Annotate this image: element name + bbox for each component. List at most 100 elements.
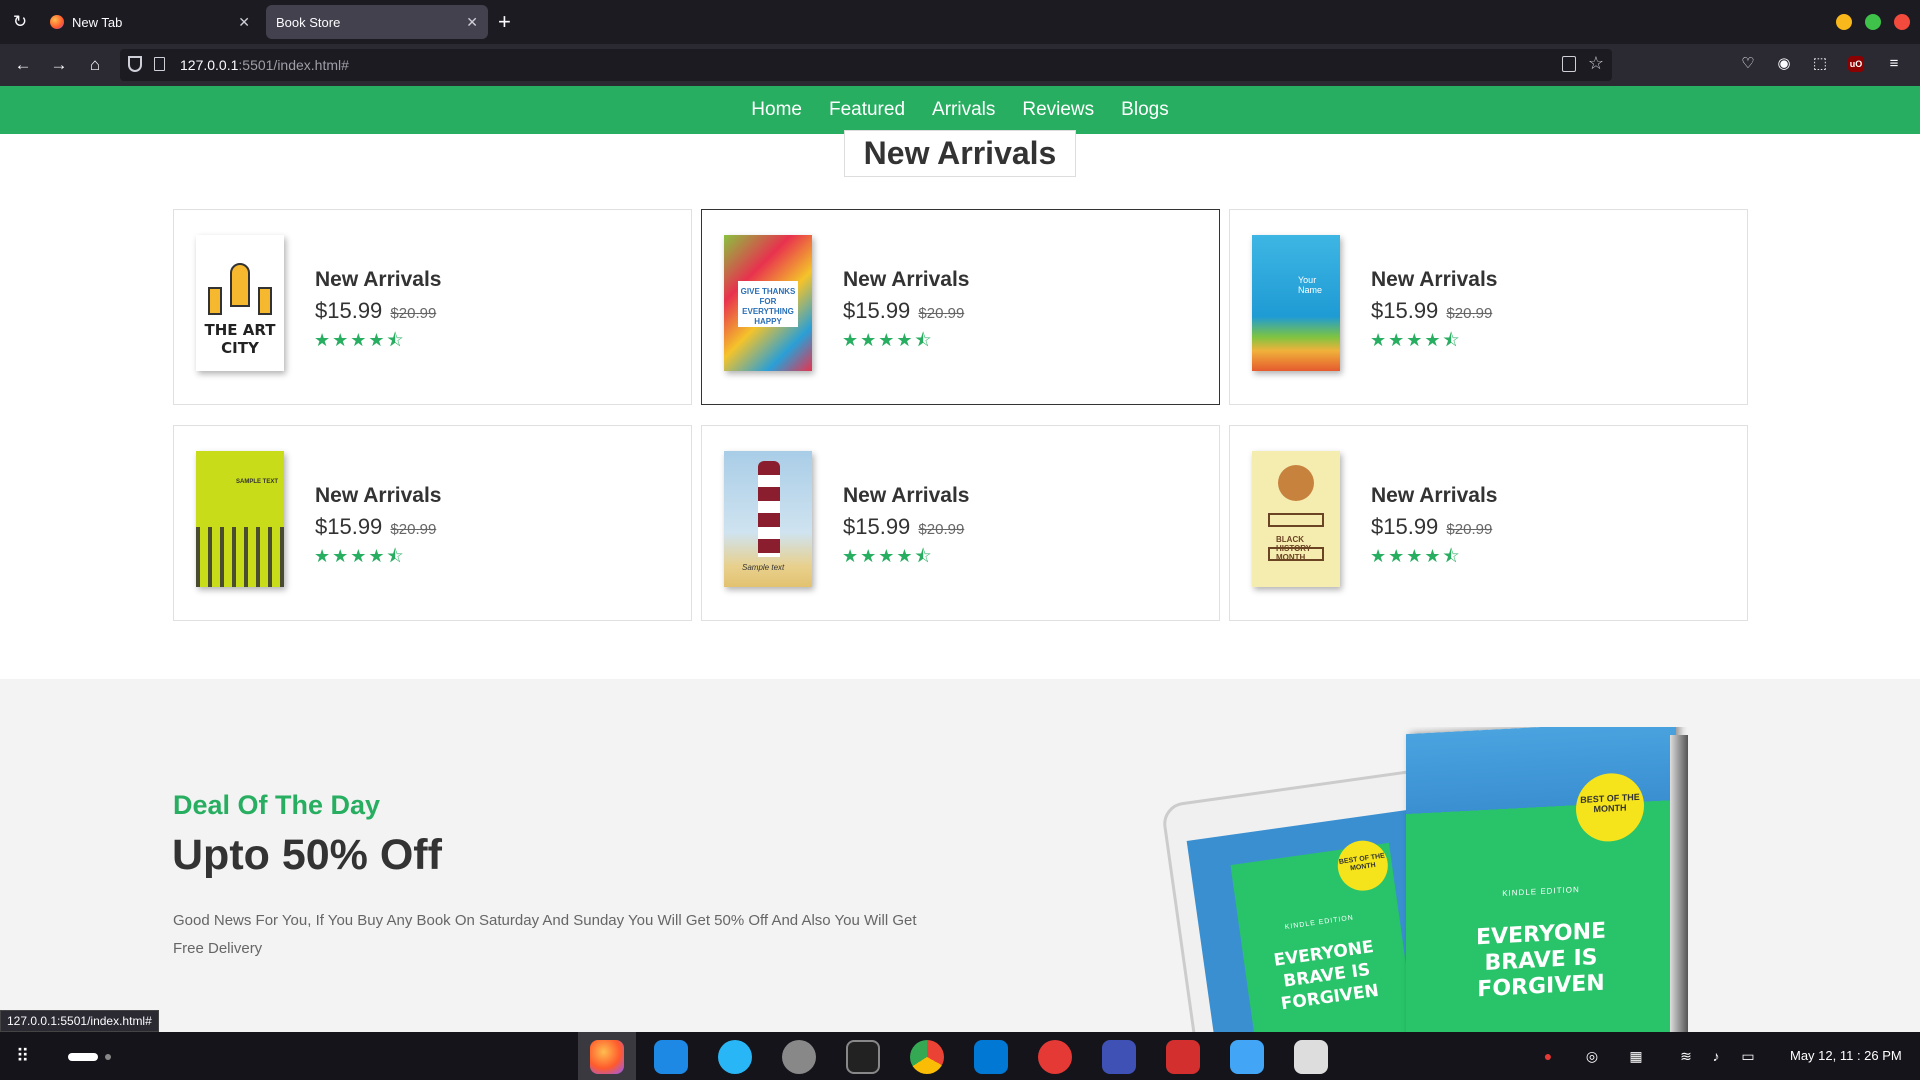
book-card[interactable]: Your Name New Arrivals $15.99 $20.99 ★★★…	[1229, 209, 1748, 405]
rating-stars: ★★★★⯪	[314, 546, 406, 566]
apps-grid-icon[interactable]: ⠿	[16, 1046, 36, 1066]
book-cover[interactable]: SAMPLE TEXT	[196, 451, 284, 587]
book-card[interactable]: THE ART CITY New Arrivals $15.99 $20.99 …	[173, 209, 692, 405]
extensions-icon[interactable]: ⬚	[1810, 54, 1830, 74]
book-card[interactable]: BLACK HISTORY MONTH New Arrivals $15.99 …	[1229, 425, 1748, 621]
section-heading: New Arrivals	[844, 130, 1076, 177]
app-c-icon[interactable]	[718, 1040, 752, 1074]
nav-reviews[interactable]: Reviews	[1022, 99, 1094, 121]
volume-icon[interactable]: ♪	[1706, 1046, 1726, 1066]
tab-new-tab[interactable]: New Tab ✕	[40, 5, 260, 39]
book-cover[interactable]: BLACK HISTORY MONTH	[1252, 451, 1340, 587]
media-player-icon[interactable]	[1038, 1040, 1072, 1074]
close-tab-icon[interactable]: ✕	[466, 14, 478, 31]
compass-icon[interactable]: ◎	[1582, 1046, 1602, 1066]
book-card[interactable]: SAMPLE TEXT New Arrivals $15.99 $20.99 ★…	[173, 425, 692, 621]
book-price: $15.99 $20.99	[843, 514, 965, 539]
workspace-indicator[interactable]	[68, 1053, 98, 1061]
account-icon[interactable]: ◉	[1774, 54, 1794, 74]
reader-view-icon[interactable]	[1562, 56, 1576, 72]
book-cover[interactable]: GIVE THANKS FOR EVERYTHING HAPPY	[724, 235, 812, 371]
cover-title: SAMPLE TEXT	[236, 479, 279, 485]
rating-stars: ★★★★⯪	[1370, 546, 1462, 566]
book-card[interactable]: Sample text New Arrivals $15.99 $20.99 ★…	[701, 425, 1220, 621]
lighthouse-icon	[758, 461, 780, 557]
rating-stars: ★★★★⯪	[314, 330, 406, 350]
back-icon[interactable]: ←	[12, 54, 34, 76]
rating-stars: ★★★★⯪	[842, 330, 934, 350]
home-icon[interactable]: ⌂	[84, 54, 106, 76]
workspace-dot[interactable]	[105, 1054, 111, 1060]
book-price: $15.99 $20.99	[1371, 514, 1493, 539]
pocket-icon[interactable]: ♡	[1738, 54, 1758, 74]
minimize-button[interactable]	[1836, 14, 1852, 30]
book-cover[interactable]: Your Name	[1252, 235, 1340, 371]
nav-home[interactable]: Home	[751, 99, 802, 121]
nav-blogs[interactable]: Blogs	[1121, 99, 1169, 121]
chrome-icon[interactable]	[910, 1040, 944, 1074]
layout-icon[interactable]: ▦	[1626, 1046, 1646, 1066]
cover-title: GIVE THANKS FOR EVERYTHING HAPPY	[738, 281, 798, 327]
old-price: $20.99	[1446, 305, 1493, 322]
book-price: $15.99 $20.99	[843, 298, 965, 323]
url-text[interactable]: 127.0.0.1:5501/index.html#	[180, 57, 349, 73]
browser-tab-bar: ↻ New Tab ✕ Book Store ✕ +	[0, 0, 1920, 44]
book-title: EVERYONE BRAVE IS FORGIVEN	[1475, 918, 1607, 1003]
url-bar[interactable]: 127.0.0.1:5501/index.html# ☆	[120, 49, 1612, 81]
ublock-icon[interactable]: uO	[1848, 56, 1864, 72]
files-icon[interactable]	[654, 1040, 688, 1074]
deal-title: Upto 50% Off	[172, 831, 442, 879]
bookmark-star-icon[interactable]: ☆	[1588, 53, 1604, 74]
tab-label: Book Store	[276, 14, 341, 30]
pencil-icon	[208, 287, 222, 315]
maximize-button[interactable]	[1865, 14, 1881, 30]
forward-icon[interactable]: →	[48, 54, 70, 76]
firefox-icon	[50, 15, 64, 29]
pen-icon	[230, 263, 250, 307]
nav-arrivals[interactable]: Arrivals	[932, 99, 995, 121]
cover-title: Sample text	[742, 563, 785, 572]
status-link: 127.0.0.1:5501/index.html#	[0, 1010, 159, 1032]
settings-icon[interactable]	[782, 1040, 816, 1074]
book-name: New Arrivals	[843, 484, 970, 507]
pdf-reader-icon[interactable]	[1166, 1040, 1200, 1074]
record-icon[interactable]: ●	[1538, 1046, 1558, 1066]
page-icon	[154, 57, 165, 71]
close-window-button[interactable]	[1894, 14, 1910, 30]
tab-book-store[interactable]: Book Store ✕	[266, 5, 488, 39]
old-price: $20.99	[1446, 521, 1493, 538]
book-cover[interactable]: Sample text	[724, 451, 812, 587]
nav-featured[interactable]: Featured	[829, 99, 905, 121]
close-tab-icon[interactable]: ✕	[238, 14, 250, 31]
book-name: New Arrivals	[843, 268, 970, 291]
menu-icon[interactable]: ≡	[1884, 54, 1904, 74]
terminal-icon[interactable]	[846, 1040, 880, 1074]
book-card[interactable]: GIVE THANKS FOR EVERYTHING HAPPY New Arr…	[701, 209, 1220, 405]
taskbar: ⠿ ● ◎ ▦ ≋ ♪ ▭ May 12, 11 : 26 PM	[0, 1032, 1920, 1080]
clock[interactable]: May 12, 11 : 26 PM	[1790, 1048, 1902, 1063]
cover-pattern	[196, 527, 284, 587]
old-price: $20.99	[918, 521, 965, 538]
reload-icon[interactable]: ↻	[10, 12, 30, 32]
old-price: $20.99	[390, 305, 437, 322]
pencil-icon	[258, 287, 272, 315]
book-cover[interactable]: THE ART CITY	[196, 235, 284, 371]
github-icon[interactable]	[1230, 1040, 1264, 1074]
wifi-icon[interactable]: ≋	[1676, 1046, 1696, 1066]
rating-stars: ★★★★⯪	[842, 546, 934, 566]
shield-icon[interactable]	[128, 56, 142, 72]
site-navigation: Home Featured Arrivals Reviews Blogs	[0, 86, 1920, 134]
firefox-icon[interactable]	[590, 1040, 624, 1074]
book-name: New Arrivals	[1371, 268, 1498, 291]
browser-nav-bar: ← → ⌂ 127.0.0.1:5501/index.html# ☆	[0, 44, 1920, 86]
tab-label: New Tab	[72, 14, 123, 30]
bear-icon	[1278, 465, 1314, 501]
battery-icon[interactable]: ▭	[1738, 1046, 1758, 1066]
document-viewer-icon[interactable]	[1102, 1040, 1136, 1074]
vscode-icon[interactable]	[974, 1040, 1008, 1074]
new-tab-button[interactable]: +	[498, 10, 511, 34]
book-price: $15.99 $20.99	[1371, 298, 1493, 323]
book-spine	[1670, 735, 1688, 1032]
old-price: $20.99	[390, 521, 437, 538]
text-editor-icon[interactable]	[1294, 1040, 1328, 1074]
